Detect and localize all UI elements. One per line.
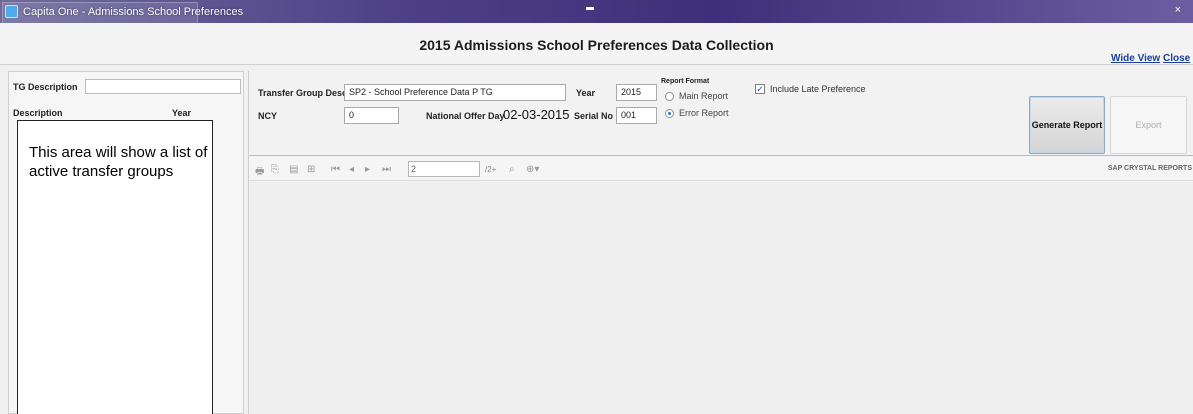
transfer-group-grid-header: Description Year: [9, 106, 243, 120]
include-late-label[interactable]: Include Late Preference: [770, 84, 866, 94]
ncy-input[interactable]: 0: [344, 107, 399, 124]
close-icon[interactable]: ×: [1175, 4, 1181, 16]
print-icon[interactable]: 🖶: [255, 164, 264, 181]
first-page-icon[interactable]: ⏮: [331, 164, 340, 175]
error-report-radio[interactable]: [665, 109, 674, 118]
close-link[interactable]: Close: [1163, 53, 1190, 64]
column-year[interactable]: Year: [172, 108, 191, 118]
column-description[interactable]: Description: [13, 108, 63, 118]
transfer-group-list[interactable]: This area will show a list of active tra…: [17, 120, 213, 414]
transfer-group-panel: TG Description Description Year This are…: [8, 71, 244, 414]
group-tree-icon[interactable]: ▤: [289, 164, 298, 175]
report-canvas[interactable]: [249, 182, 1193, 414]
tg-description-label: TG Description: [13, 82, 78, 92]
report-viewer-toolbar: 🖶 ⎘ ▤ ⊞ ⏮ ◂ ▸ ⏭ 2 /2+ ⌕ ⊕▾ SAP CRYSTAL R…: [249, 157, 1193, 181]
error-report-label[interactable]: Error Report: [679, 108, 729, 118]
zoom-icon[interactable]: ⊕▾: [526, 164, 539, 175]
page-title: 2015 Admissions School Preferences Data …: [419, 37, 774, 53]
offer-day-label: National Offer Day: [426, 111, 505, 121]
crystal-reports-brand: SAP CRYSTAL REPORTS: [1107, 165, 1192, 172]
parameter-icon[interactable]: ⊞: [307, 164, 315, 175]
report-format-label: Report Format: [661, 78, 710, 85]
main-report-radio[interactable]: [665, 92, 674, 101]
tg-description-input[interactable]: [85, 79, 241, 94]
window-tab: [2, 2, 198, 23]
list-placeholder-text: This area will show a list of active tra…: [29, 144, 208, 180]
transfer-group-label: Transfer Group Desc: [258, 88, 348, 98]
offer-day-value[interactable]: 02-03-2015: [503, 107, 570, 122]
export-button[interactable]: Export: [1110, 96, 1187, 154]
prev-page-icon[interactable]: ◂: [349, 164, 354, 175]
header-bar: 2015 Admissions School Preferences Data …: [0, 23, 1193, 65]
next-page-icon[interactable]: ▸: [365, 164, 370, 175]
report-panel: Transfer Group Desc SP2 - School Prefere…: [248, 71, 1193, 414]
page-number-input[interactable]: 2: [408, 161, 480, 177]
year-label: Year: [576, 88, 596, 98]
find-icon[interactable]: ⌕: [509, 164, 515, 175]
year-input[interactable]: 2015: [616, 84, 657, 101]
serial-input[interactable]: 001: [616, 107, 657, 124]
last-page-icon[interactable]: ⏭: [382, 164, 391, 175]
ncy-label: NCY: [258, 111, 278, 121]
include-late-checkbox[interactable]: ✓: [755, 84, 765, 94]
serial-label: Serial No: [574, 111, 614, 121]
generate-report-button[interactable]: Generate Report: [1029, 96, 1105, 154]
minimize-icon[interactable]: [586, 7, 594, 10]
export-icon[interactable]: ⎘: [271, 164, 279, 175]
report-form: Transfer Group Desc SP2 - School Prefere…: [249, 71, 1193, 156]
main-report-label[interactable]: Main Report: [679, 91, 728, 101]
wide-view-link[interactable]: Wide View: [1111, 53, 1160, 64]
window-title-bar: Capita One - Admissions School Preferenc…: [0, 0, 1193, 23]
page-total: /2+: [485, 165, 497, 174]
transfer-group-input[interactable]: SP2 - School Preference Data P TG: [344, 84, 566, 101]
